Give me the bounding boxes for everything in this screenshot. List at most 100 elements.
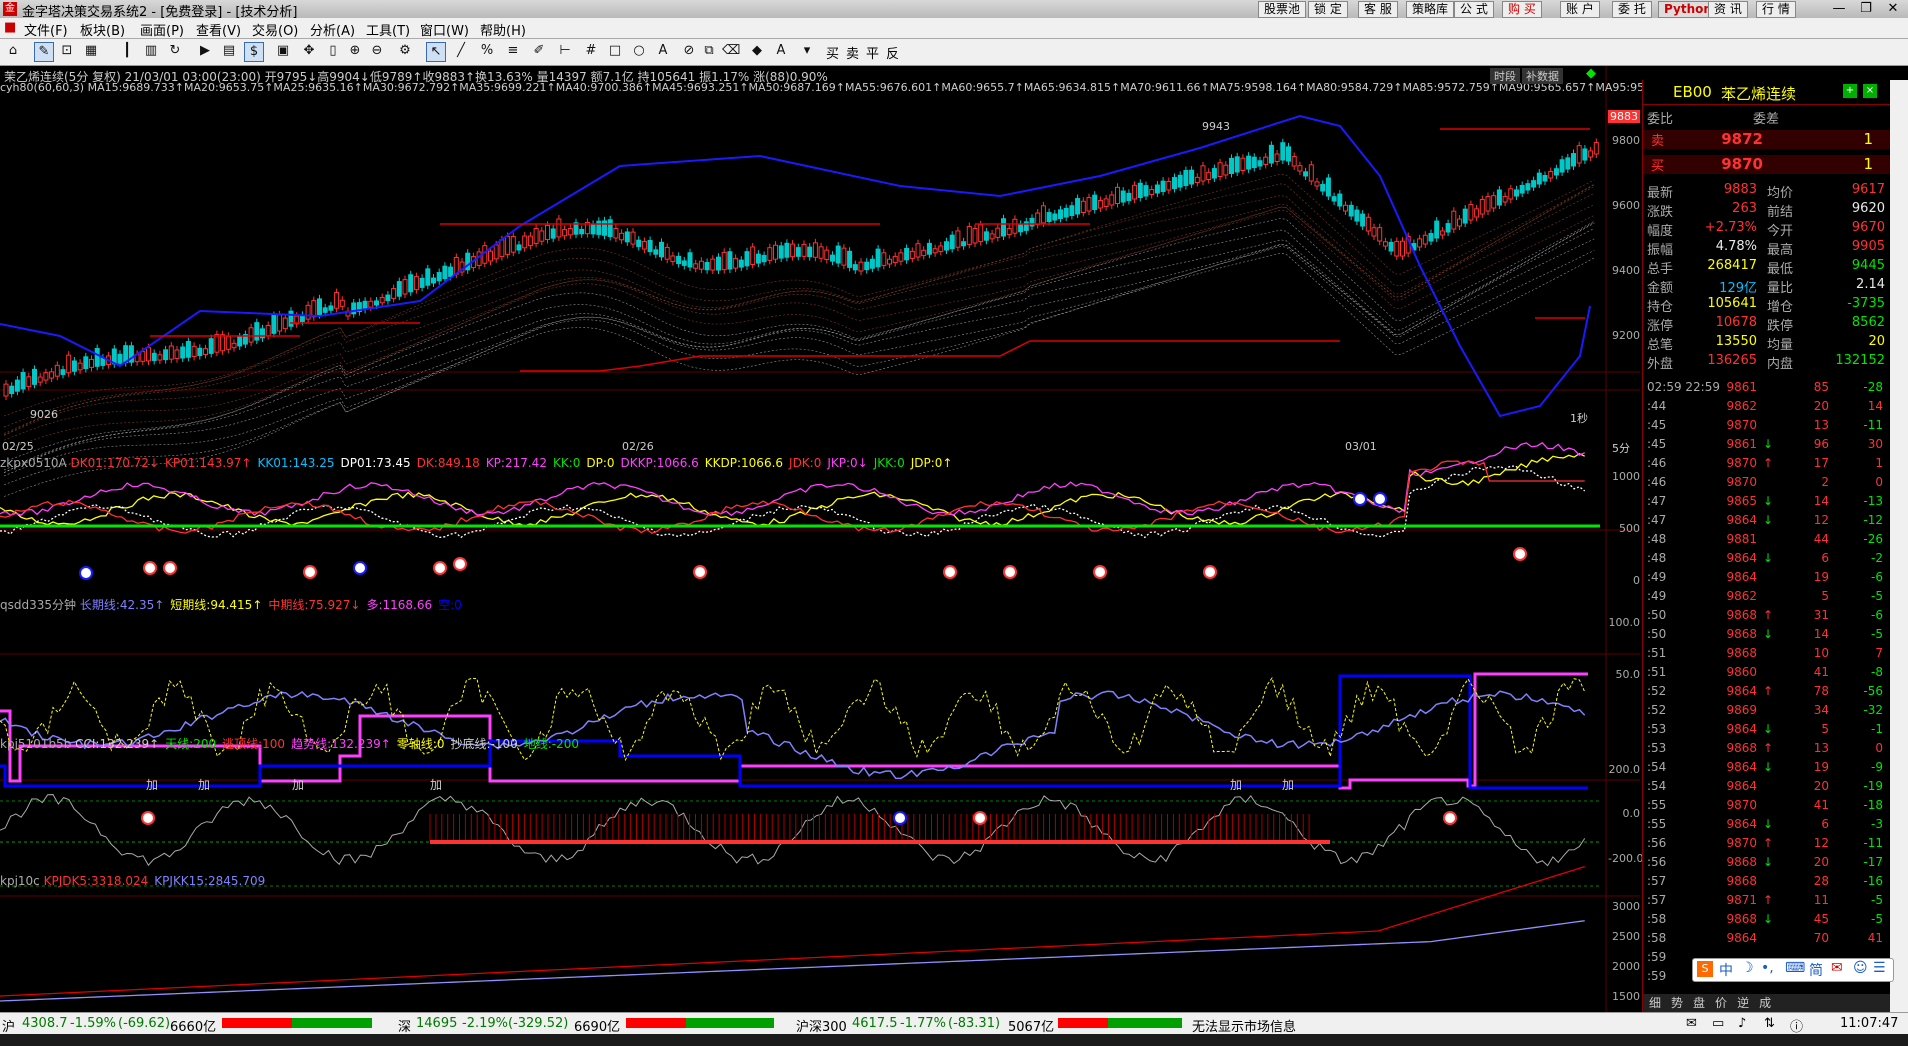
ruler-icon[interactable]: ▯ (324, 42, 342, 60)
home-icon[interactable]: ⌂ (4, 42, 22, 60)
tick-time: :49 (1647, 570, 1667, 584)
color-icon[interactable]: A (772, 42, 790, 60)
cycle-icon[interactable]: ↻ (166, 42, 184, 60)
hash-icon[interactable]: # (582, 42, 600, 60)
reverse-button[interactable]: 反 (886, 43, 899, 62)
refill-data-button[interactable]: 补数据 (1522, 68, 1563, 84)
fib-icon[interactable]: ≡ (504, 42, 522, 60)
kline-icon[interactable]: ┃ (118, 42, 136, 60)
chart-area[interactable]: 茉乙烯连续(5分 复权) 21/03/01 03:00(23:00) 开9795… (0, 66, 1685, 1012)
ime-bar[interactable]: S 中 ☽ •, ⌨ 简 ✉ ☺ ☰ (1692, 958, 1894, 982)
quick-button-0[interactable]: 股票池 (1258, 1, 1307, 18)
ime-chinese-mode[interactable]: 中 (1719, 960, 1733, 980)
quick-button-2[interactable]: 客 服 (1358, 1, 1398, 18)
quick-button-10[interactable]: 行 情 (1756, 1, 1796, 18)
menu-item-1[interactable]: 板块(B) (80, 20, 125, 39)
quick-button-1[interactable]: 锁 定 (1308, 1, 1348, 18)
detail-tab-5[interactable]: 成 (1759, 996, 1771, 1010)
market-status-bar: 沪 4308.7 -1.59% (-69.62) 6660亿 深 14695 -… (0, 1012, 1908, 1035)
candle-body (1029, 217, 1035, 227)
menu-item-2[interactable]: 画面(P) (140, 20, 184, 39)
quick-button-4[interactable]: 公 式 (1454, 1, 1494, 18)
ime-simplified[interactable]: 简 (1809, 960, 1823, 980)
candle-body (1194, 176, 1200, 184)
fill-icon[interactable]: ◆ (748, 42, 766, 60)
moon-icon[interactable]: ☽ (1741, 960, 1754, 976)
circle-icon[interactable]: ○ (630, 42, 648, 60)
screen-icon[interactable]: ▭ (1712, 1016, 1724, 1031)
chart-icon[interactable]: ▣ (274, 42, 292, 60)
add-icon[interactable]: + (1843, 84, 1857, 98)
rect-icon[interactable]: □ (606, 42, 624, 60)
quick-button-3[interactable]: 策略库 (1406, 1, 1455, 18)
settings-icon[interactable]: ⚙ (396, 42, 414, 60)
minimize-icon[interactable]: — (1826, 0, 1852, 18)
detail-tab-3[interactable]: 价 (1715, 996, 1727, 1010)
delete-icon[interactable]: ⌫ (722, 42, 740, 60)
candle-body (716, 256, 721, 271)
detail-tab-4[interactable]: 逆 (1737, 996, 1749, 1010)
pen-icon[interactable]: ✐ (530, 42, 548, 60)
quick-button-7[interactable]: 委 托 (1612, 1, 1652, 18)
info-icon[interactable]: ⓘ (1790, 1016, 1803, 1035)
text-icon[interactable]: A (654, 42, 672, 60)
period-button[interactable]: 时段 (1490, 68, 1520, 84)
copy-icon[interactable]: ⧉ (700, 42, 718, 60)
candle-body (3, 383, 9, 397)
play-icon[interactable]: ▶ (196, 42, 214, 60)
detail-tab-0[interactable]: 细 (1649, 996, 1661, 1010)
draw-icon[interactable]: ✎ (34, 42, 54, 62)
candle-body (613, 227, 619, 239)
indicator-icon[interactable]: ◆ (1586, 66, 1596, 81)
app-menu-icon[interactable]: ■ (4, 20, 16, 35)
chart-canvas[interactable] (0, 66, 1640, 1012)
sound-icon[interactable]: ♪ (1738, 1016, 1746, 1031)
zoom-out-icon[interactable]: ⊖ (368, 42, 386, 60)
candle-body (961, 241, 967, 247)
menu-item-5[interactable]: 分析(A) (310, 20, 355, 39)
sell-button[interactable]: 卖 (846, 43, 859, 62)
maximize-icon[interactable]: ❐ (1853, 0, 1879, 18)
menu-item-6[interactable]: 工具(T) (366, 20, 410, 39)
menu-item-7[interactable]: 窗口(W) (420, 20, 469, 39)
zoom-in-icon[interactable]: ⊕ (346, 42, 364, 60)
candle-body (1502, 195, 1508, 203)
tick-price: 9860 (1726, 665, 1757, 679)
menu-icon[interactable]: ☰ (1873, 960, 1886, 976)
menu-item-3[interactable]: 查看(V) (196, 20, 241, 39)
menu-item-4[interactable]: 交易(O) (252, 20, 298, 39)
quick-button-6[interactable]: 账 户 (1560, 1, 1600, 18)
link-icon[interactable]: ⊘ (680, 42, 698, 60)
grid-icon[interactable]: ▦ (82, 42, 100, 60)
close-position-button[interactable]: 平 (866, 43, 879, 62)
menu-item-0[interactable]: 文件(F) (24, 20, 68, 39)
menu-item-8[interactable]: 帮助(H) (480, 20, 526, 39)
candle-body (379, 297, 385, 304)
hline-icon[interactable]: ⊢ (556, 42, 574, 60)
user-icon[interactable]: ☺ (1853, 960, 1868, 976)
candle-body (539, 230, 545, 242)
buy-button[interactable]: 买 (826, 43, 839, 62)
page-icon[interactable]: ▤ (220, 42, 238, 60)
x-icon[interactable]: × (1863, 84, 1877, 98)
cursor-icon[interactable]: ↖ (426, 42, 446, 62)
save-icon[interactable]: ▾ (798, 42, 816, 60)
quick-button-5[interactable]: 购 买 (1502, 1, 1542, 18)
skin-icon[interactable]: ✉ (1831, 960, 1843, 976)
line-icon[interactable]: ╱ (452, 42, 470, 60)
msg-icon[interactable]: ✉ (1686, 1016, 1697, 1031)
detail-tab-2[interactable]: 盘 (1693, 996, 1705, 1010)
close-icon[interactable]: ✕ (1880, 0, 1906, 18)
zoom-region-icon[interactable]: ⊡ (58, 42, 76, 60)
candle-body (402, 279, 408, 295)
percent-icon[interactable]: % (478, 42, 496, 60)
detail-tab-1[interactable]: 势 (1671, 996, 1683, 1010)
dollar-icon[interactable]: $ (244, 42, 264, 62)
punct-icon[interactable]: •, (1761, 960, 1774, 976)
keyboard-icon[interactable]: ⌨ (1785, 960, 1805, 976)
bar-icon[interactable]: ▥ (142, 42, 160, 60)
buy-marker (433, 561, 447, 575)
quick-button-9[interactable]: 资 讯 (1708, 1, 1748, 18)
move-icon[interactable]: ✥ (300, 42, 318, 60)
network-icon[interactable]: ⇅ (1764, 1016, 1775, 1031)
